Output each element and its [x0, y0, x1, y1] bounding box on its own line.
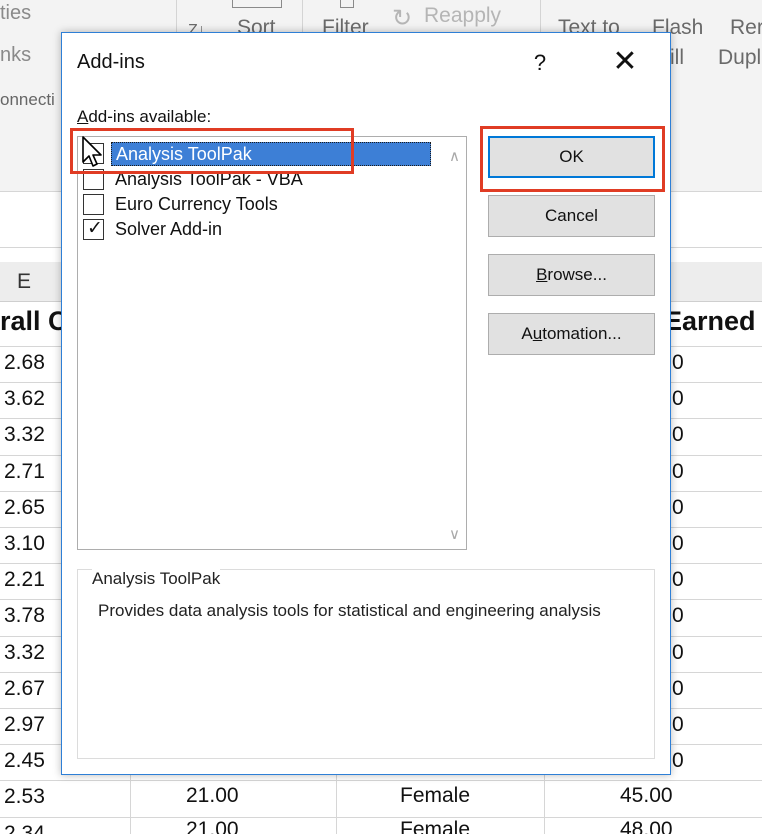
scroll-up-icon[interactable]: ∧: [449, 147, 460, 165]
mouse-cursor-icon: [82, 136, 102, 167]
browse-label: rowse...: [547, 265, 607, 284]
automation-label: tomation...: [542, 324, 622, 343]
cell-earned[interactable]: 0: [672, 604, 684, 628]
cell-overall-gpa[interactable]: 2.53: [4, 785, 45, 809]
list-item-label: Solver Add-in: [115, 219, 223, 239]
checkbox[interactable]: ✓: [83, 217, 104, 240]
cell-overall-gpa[interactable]: 3.62: [4, 387, 45, 411]
sort-icon: [232, 0, 282, 8]
cell-overall-gpa[interactable]: 2.71: [4, 460, 45, 484]
cell-overall-gpa[interactable]: 2.65: [4, 496, 45, 520]
list-item-label: Euro Currency Tools: [115, 194, 278, 214]
close-icon[interactable]: ✕: [602, 43, 648, 83]
add-ins-available-label: Add-ins available:: [77, 107, 211, 127]
cell-overall-gpa[interactable]: 2.34: [4, 822, 45, 834]
list-item-solver-add-in[interactable]: ✓ Solver Add-in: [83, 217, 433, 242]
cell-overall-gpa[interactable]: 2.68: [4, 351, 45, 375]
cell-gender[interactable]: Female: [400, 818, 470, 834]
row-gridline: [0, 780, 762, 782]
cell-overall-gpa[interactable]: 3.32: [4, 423, 45, 447]
cell-overall-gpa[interactable]: 3.78: [4, 604, 45, 628]
cell-earned[interactable]: 0: [672, 713, 684, 737]
add-ins-listbox[interactable]: Analysis ToolPak Analysis ToolPak - VBA …: [77, 136, 467, 550]
browse-accelerator: B: [536, 265, 548, 284]
cell-earned[interactable]: 0: [672, 460, 684, 484]
cell-earned[interactable]: 0: [672, 496, 684, 520]
remove-duplicates-label-2: Dupl: [718, 46, 762, 69]
cell-earned[interactable]: 48.00: [620, 818, 673, 834]
description-text: Provides data analysis tools for statist…: [98, 601, 601, 620]
ribbon-label-properties[interactable]: ties: [0, 2, 31, 25]
cell-earned[interactable]: 0: [672, 641, 684, 665]
cell-overall-gpa[interactable]: 2.21: [4, 568, 45, 592]
highlight-box-analysis-toolpak: [70, 128, 354, 174]
filter-icon: [340, 0, 354, 8]
cell-overall-gpa[interactable]: 2.97: [4, 713, 45, 737]
cell-earned[interactable]: 0: [672, 351, 684, 375]
description-group: Analysis ToolPak Provides data analysis …: [77, 569, 655, 759]
label-text: dd-ins available:: [88, 107, 212, 126]
flash-fill-label-2: ill: [670, 46, 684, 69]
cell-earned[interactable]: 0: [672, 749, 684, 773]
cell-earned[interactable]: 0: [672, 677, 684, 701]
cell-overall-gpa[interactable]: 2.67: [4, 677, 45, 701]
highlight-box-ok: [480, 126, 665, 192]
cell-earned[interactable]: 0: [672, 568, 684, 592]
cancel-button[interactable]: Cancel: [488, 195, 655, 237]
label-accelerator: A: [77, 107, 89, 126]
checkmark-icon: ✓: [87, 217, 103, 239]
reapply-icon: ↻: [392, 5, 413, 32]
header-overall-gpa[interactable]: rall C: [0, 306, 68, 337]
list-item-euro-currency-tools[interactable]: Euro Currency Tools: [83, 192, 433, 217]
cell-earned[interactable]: 45.00: [620, 784, 673, 808]
cell-age[interactable]: 21.00: [186, 818, 239, 834]
reapply-button[interactable]: Reapply: [424, 4, 501, 28]
automation-button[interactable]: Automation...: [488, 313, 655, 355]
cell-overall-gpa[interactable]: 3.10: [4, 532, 45, 556]
automation-label-pre: A: [521, 324, 533, 343]
header-earned[interactable]: Earned: [664, 306, 756, 337]
column-header-e[interactable]: E: [17, 270, 31, 294]
cell-earned[interactable]: 0: [672, 387, 684, 411]
cell-age[interactable]: 21.00: [186, 784, 239, 808]
ribbon-label-connections[interactable]: onnecti: [0, 90, 55, 110]
cell-overall-gpa[interactable]: 2.45: [4, 749, 45, 773]
checkbox[interactable]: [83, 194, 104, 215]
dialog-title: Add-ins: [77, 51, 145, 73]
automation-accelerator: u: [532, 324, 543, 343]
help-button[interactable]: ?: [520, 43, 560, 83]
cell-earned[interactable]: 0: [672, 423, 684, 447]
description-title: Analysis ToolPak: [92, 569, 221, 589]
browse-button[interactable]: Browse...: [488, 254, 655, 296]
cell-gender[interactable]: Female: [400, 784, 470, 808]
cell-earned[interactable]: 0: [672, 532, 684, 556]
cell-overall-gpa[interactable]: 3.32: [4, 641, 45, 665]
ribbon-label-edit-links[interactable]: nks: [0, 44, 31, 67]
remove-duplicates-button[interactable]: Rer: [730, 16, 762, 40]
scroll-down-icon[interactable]: ∨: [449, 525, 460, 543]
list-scrollbar[interactable]: ∧ ∨: [438, 137, 466, 549]
